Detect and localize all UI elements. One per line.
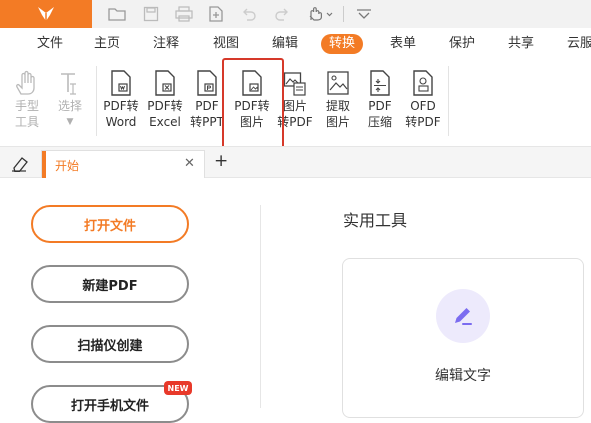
pdf-to-ppt-button[interactable]: PDF 转PPT <box>188 68 226 140</box>
pdf-to-word-button[interactable]: PDF转 Word <box>101 68 141 140</box>
extract-image-label-1: 提取 <box>325 99 350 113</box>
pdf-to-ppt-label-2: 转PPT <box>190 115 224 129</box>
pdf-to-word-label-2: Word <box>105 115 137 129</box>
open-file-button[interactable]: 打开文件 <box>31 205 189 243</box>
app-logo[interactable] <box>0 0 92 28</box>
new-page-icon[interactable] <box>205 4 227 24</box>
menu-edit[interactable]: 编辑 <box>272 35 298 53</box>
open-folder-icon[interactable] <box>106 4 128 24</box>
extract-image-button[interactable]: 提取 图片 <box>321 68 355 140</box>
menu-cloud[interactable]: 云服 <box>567 35 591 53</box>
menu-view[interactable]: 视图 <box>213 35 239 53</box>
pdf-to-ppt-icon <box>193 68 221 98</box>
pdf-to-excel-label-1: PDF转 <box>147 99 183 113</box>
hand-tool-button[interactable]: 手型 工具 <box>10 68 44 140</box>
menu-file[interactable]: 文件 <box>37 35 63 53</box>
menu-form[interactable]: 表单 <box>390 35 416 53</box>
eraser-icon[interactable] <box>10 154 30 173</box>
edit-text-card[interactable]: 编辑文字 <box>342 258 584 418</box>
hand-tool-label-2: 工具 <box>14 115 39 129</box>
ofd-to-pdf-label-2: 转PDF <box>405 115 441 129</box>
pdf-to-excel-button[interactable]: PDF转 Excel <box>145 68 185 140</box>
menu-protect[interactable]: 保护 <box>449 35 475 53</box>
ofd-to-pdf-button[interactable]: OFD 转PDF <box>404 68 442 140</box>
tab-accent-bar <box>42 151 46 179</box>
highlight-box <box>222 58 284 156</box>
close-icon[interactable]: ✕ <box>184 156 195 171</box>
undo-icon[interactable] <box>238 4 260 24</box>
pdf-compress-button[interactable]: PDF 压缩 <box>363 68 397 140</box>
ribbon-toolbar: 手型 工具 选择 ▼ PDF转 Word PDF转 Excel PDF 转PPT <box>0 60 591 144</box>
extract-image-icon <box>324 68 352 98</box>
tab-start-label: 开始 <box>55 159 80 173</box>
chevron-down-icon[interactable]: ▼ <box>67 114 74 130</box>
pdf-to-ppt-label-1: PDF <box>195 99 219 113</box>
new-pdf-button[interactable]: 新建PDF <box>31 265 189 303</box>
pdf-to-excel-icon <box>151 68 179 98</box>
section-divider <box>260 205 261 408</box>
ofd-to-pdf-icon <box>409 68 437 98</box>
pdf-to-word-label-1: PDF转 <box>103 99 139 113</box>
menu-bar: 文件 主页 注释 视图 编辑 转换 表单 保护 共享 云服 <box>0 28 591 60</box>
document-tab-bar: 开始 ✕ + <box>0 146 591 179</box>
menu-comment[interactable]: 注释 <box>153 35 179 53</box>
select-tool-label: 选择 <box>57 99 82 113</box>
hand-tool-label-1: 手型 <box>14 99 39 113</box>
scanner-create-button[interactable]: 扫描仪创建 <box>31 325 189 363</box>
redo-icon[interactable] <box>271 4 293 24</box>
pdf-compress-label-1: PDF <box>368 99 392 113</box>
pencil-icon <box>436 289 490 343</box>
add-tab-button[interactable]: + <box>214 151 228 171</box>
save-icon[interactable] <box>140 4 162 24</box>
menu-home[interactable]: 主页 <box>94 35 120 53</box>
text-select-icon <box>56 68 84 98</box>
tools-section-title: 实用工具 <box>343 211 408 230</box>
extract-image-label-2: 图片 <box>325 115 350 129</box>
ribbon-separator <box>448 66 449 136</box>
image-to-pdf-label-1: 图片 <box>282 99 307 113</box>
menu-convert[interactable]: 转换 <box>321 34 364 54</box>
tab-start[interactable]: 开始 ✕ <box>41 150 205 179</box>
pdf-to-excel-label-2: Excel <box>149 115 181 129</box>
hand-tool-dropdown-icon[interactable] <box>305 4 335 24</box>
pdf-to-word-icon <box>107 68 135 98</box>
edit-text-label: 编辑文字 <box>435 368 491 384</box>
toolbar-divider <box>343 6 344 22</box>
image-to-pdf-icon <box>281 68 309 98</box>
hand-icon <box>13 68 41 98</box>
new-badge: NEW <box>164 381 192 395</box>
print-icon[interactable] <box>173 4 195 24</box>
pdf-compress-label-2: 压缩 <box>367 115 392 129</box>
title-bar <box>0 0 591 28</box>
chevron-down-icon[interactable] <box>353 4 375 24</box>
compress-icon <box>366 68 394 98</box>
ofd-to-pdf-label-1: OFD <box>410 99 436 113</box>
foxit-logo-icon <box>38 7 54 21</box>
menu-share[interactable]: 共享 <box>508 35 534 53</box>
select-tool-button[interactable]: 选择 ▼ <box>53 68 87 140</box>
ribbon-separator <box>96 66 97 136</box>
